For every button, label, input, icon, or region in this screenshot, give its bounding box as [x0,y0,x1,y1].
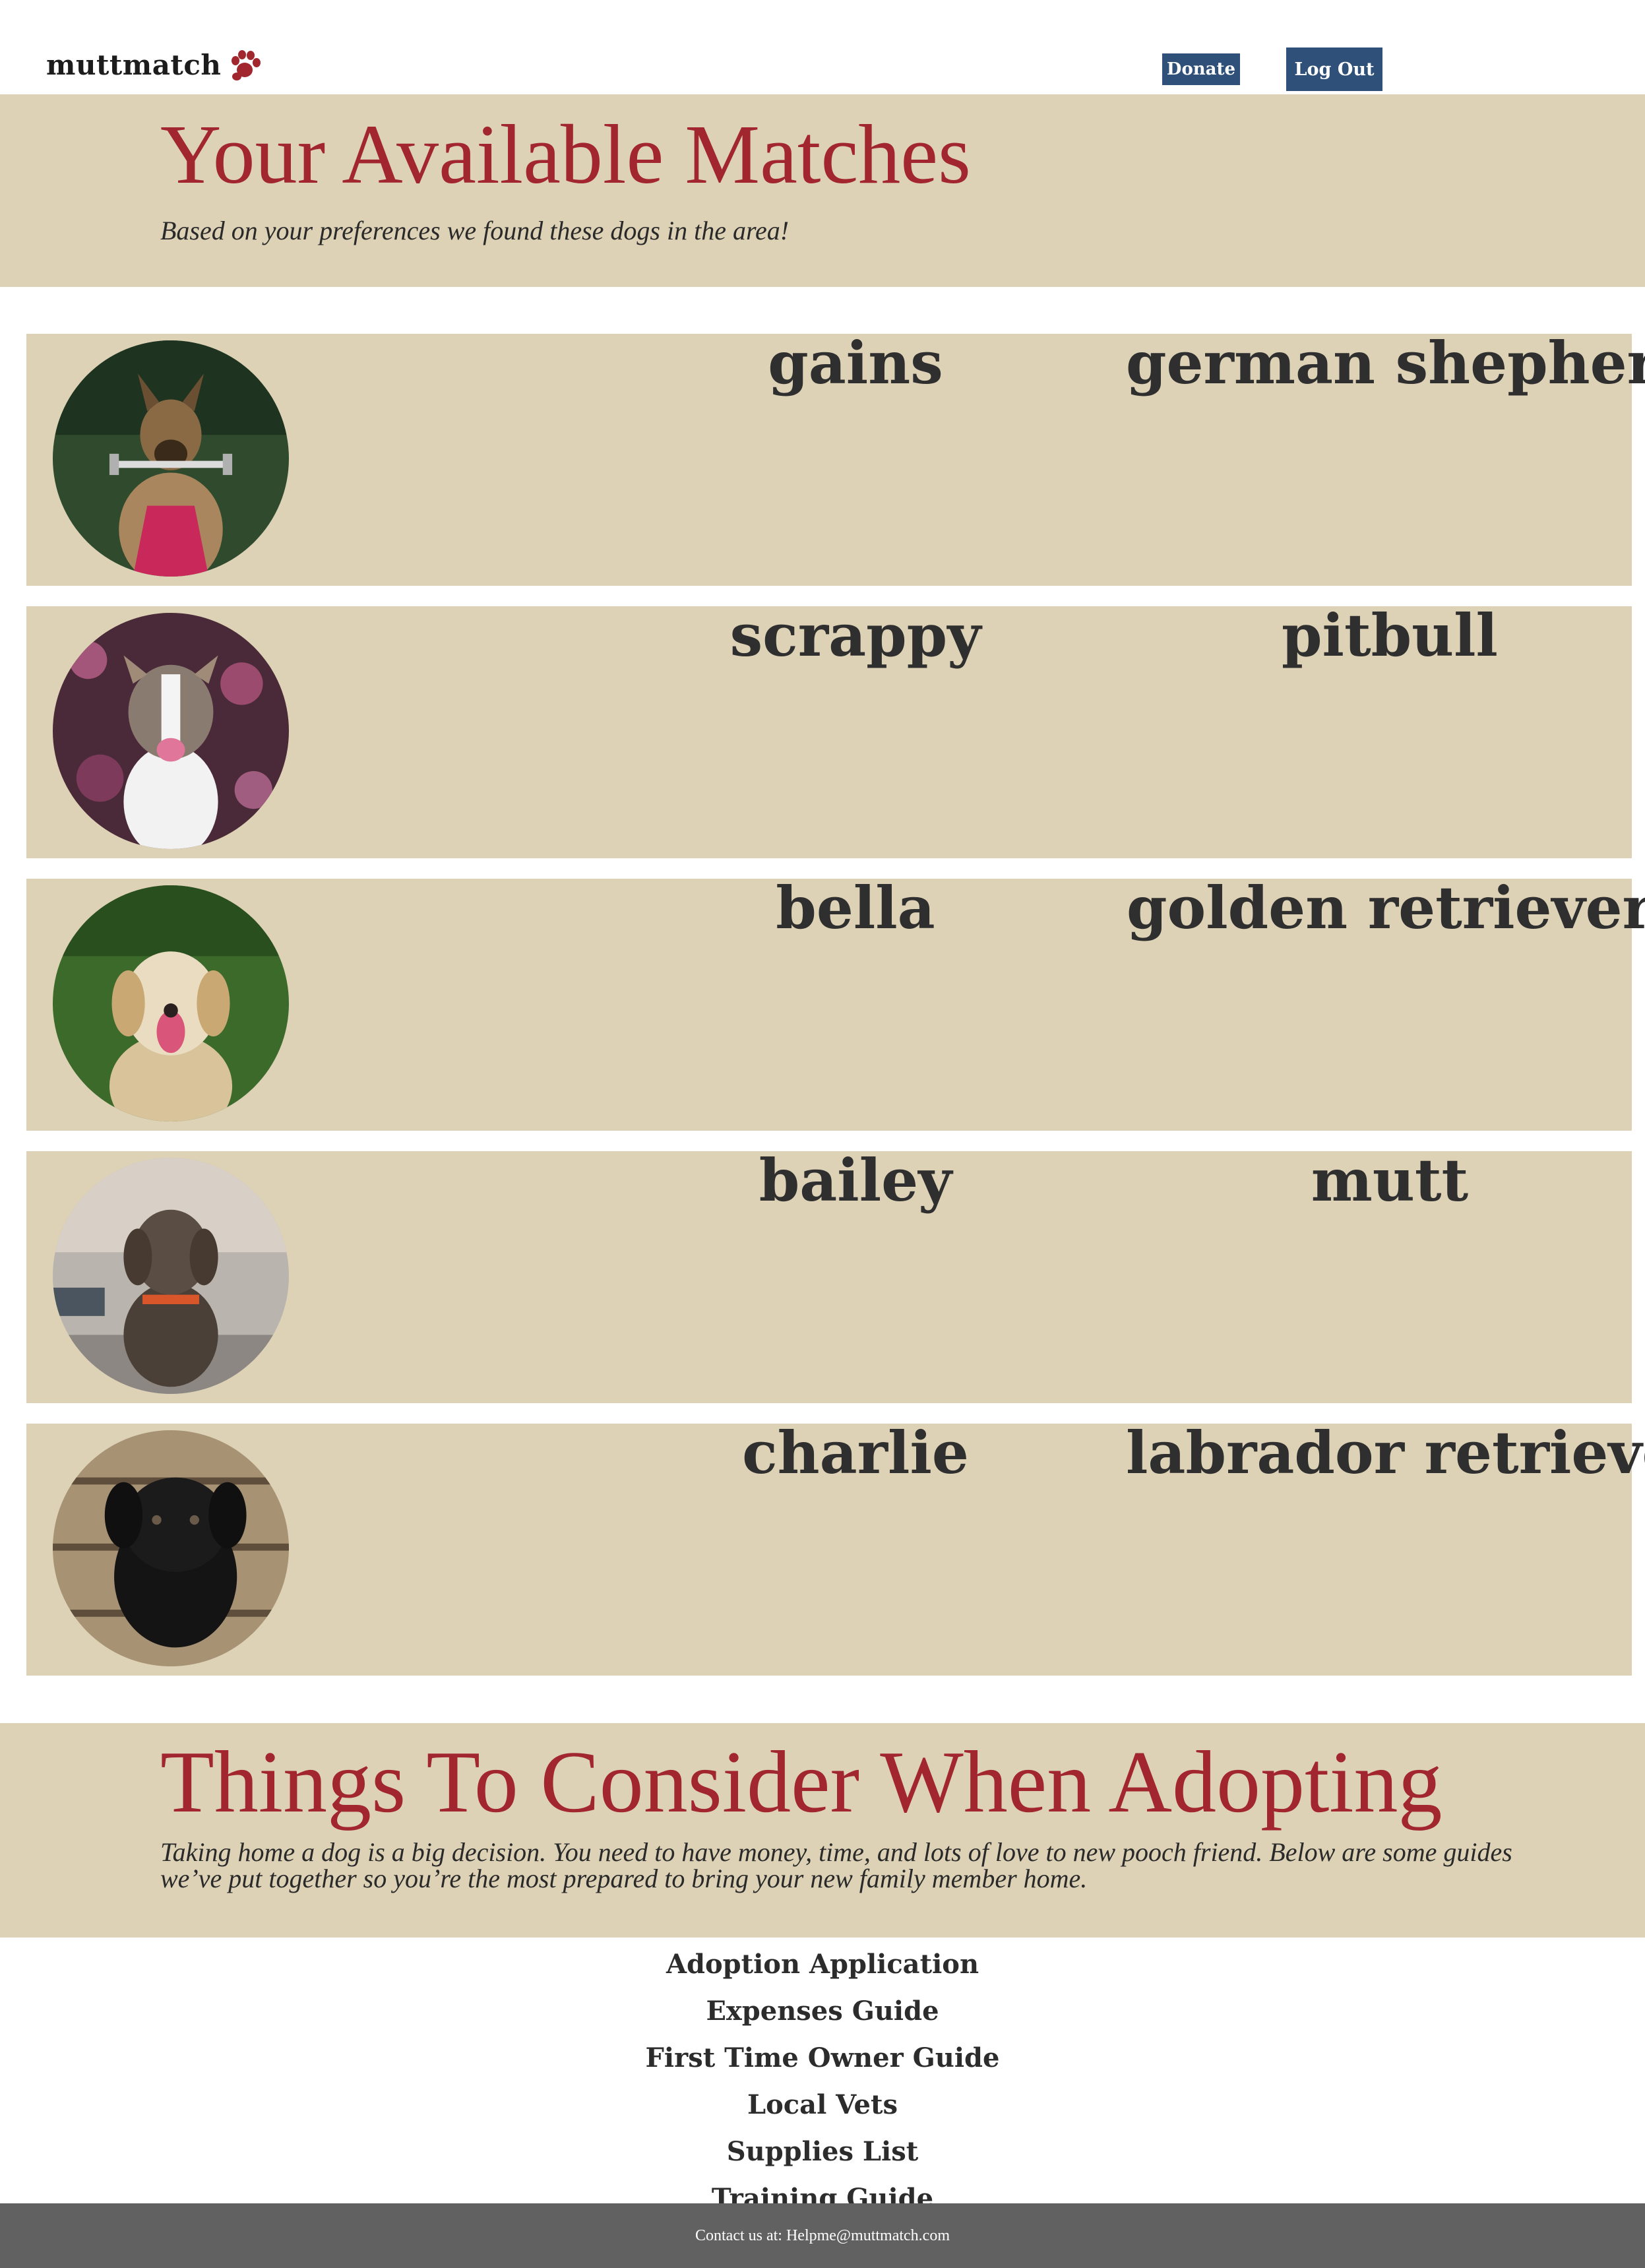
guide-link-local-vets[interactable]: Local Vets [0,2081,1645,2128]
dog-name: charlie [742,1418,969,1487]
dog-name: scrappy [729,601,981,670]
dog-photo-labrador[interactable] [53,1430,289,1666]
guide-link-first-time-owner-guide[interactable]: First Time Owner Guide [0,2034,1645,2081]
match-card[interactable]: bailey mutt [26,1146,1632,1403]
dog-name: bailey [759,1146,952,1214]
guide-link-adoption-application[interactable]: Adoption Application [0,1941,1645,1988]
guide-link-supplies-list[interactable]: Supplies List [0,2128,1645,2175]
match-card[interactable]: charlie labrador retriever [26,1418,1645,1676]
top-nav: muttmatch Donate Log Out [0,0,1645,92]
dog-breed: german shepherd [1126,329,1645,397]
logout-button[interactable]: Log Out [1286,47,1382,91]
match-list: gains german shepherd scrappy pitbull be… [26,329,1645,1696]
consider-banner: Things To Consider When Adopting Taking … [0,1723,1645,1937]
page-title: Your Available Matches [160,108,971,201]
dog-photo-mutt[interactable] [53,1158,289,1394]
match-card[interactable]: bella golden retriever [26,873,1645,1131]
brand-name: muttmatch [46,48,222,81]
guide-links: Adoption Application Expenses Guide Firs… [0,1941,1645,2222]
consider-body: Taking home a dog is a big decision. You… [160,1837,1512,1893]
consider-title: Things To Consider When Adopting [160,1733,1443,1831]
footer: Contact us at: Helpme@muttmatch.com [0,2203,1645,2268]
paw-print-icon [232,50,261,80]
dog-breed: pitbull [1282,601,1498,670]
matches-banner: Your Available Matches Based on your pre… [0,94,1645,287]
dog-breed: mutt [1311,1146,1469,1214]
dog-name: bella [776,873,935,942]
match-card[interactable]: gains german shepherd [26,329,1645,586]
guide-link-expenses-guide[interactable]: Expenses Guide [0,1988,1645,2034]
match-card[interactable]: scrappy pitbull [26,601,1632,858]
dog-photo-german-shepherd[interactable] [53,340,289,577]
dog-photo-golden-retriever[interactable] [53,885,289,1121]
footer-contact: Contact us at: Helpme@muttmatch.com [695,2226,950,2244]
brand[interactable]: muttmatch [46,46,263,83]
dog-breed: golden retriever [1126,873,1645,942]
page-subtitle: Based on your preferences we found these… [160,216,790,245]
dog-name: gains [768,329,943,397]
dog-photo-pitbull[interactable] [53,613,289,849]
dog-breed: labrador retriever [1126,1418,1645,1487]
donate-button[interactable]: Donate [1162,53,1240,85]
